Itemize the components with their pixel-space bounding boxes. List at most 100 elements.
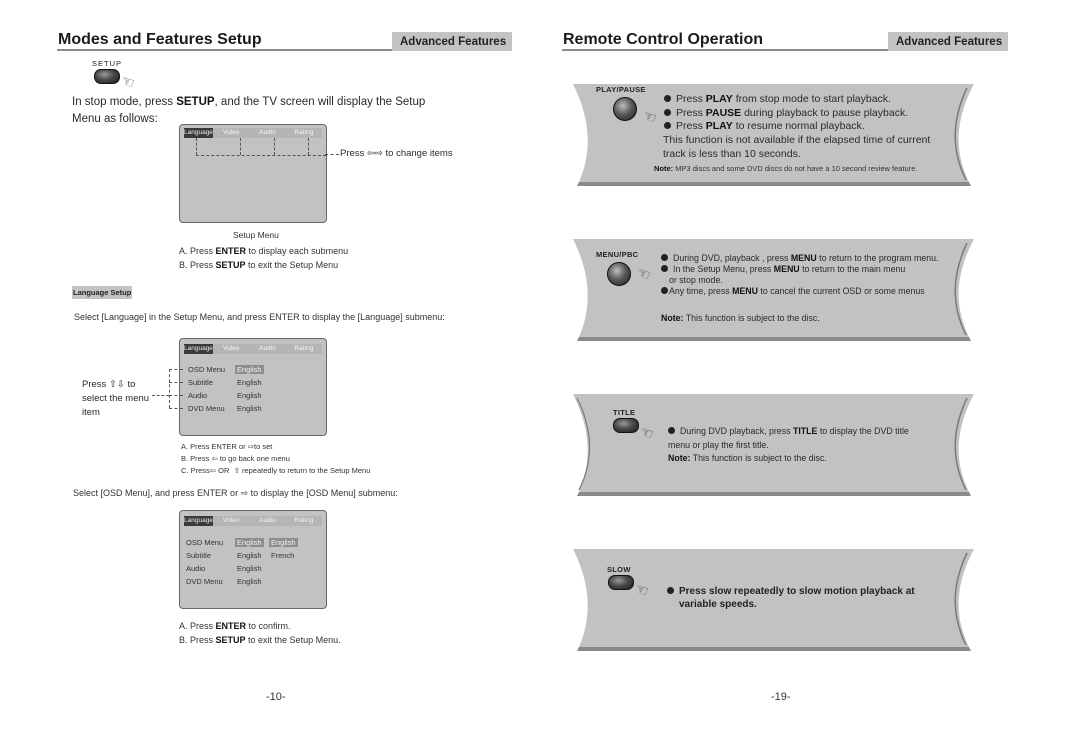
osd-tab-video: Video	[222, 345, 240, 352]
intro-text: In stop mode, press SETUP, and the TV sc…	[72, 96, 426, 125]
osd-tab-audio: Audio	[259, 345, 276, 352]
language-setup-instruction: Select [Language] in the Setup Menu, and…	[74, 312, 445, 322]
left-arrow-icon: ⇦	[366, 148, 375, 159]
osd-row-label: DVD Menu	[188, 404, 225, 413]
play-pause-panel: PLAY/PAUSE ☜ Press PLAY from stop mode t…	[571, 80, 976, 192]
title-line-1: During DVD playback, press TITLE to disp…	[668, 425, 909, 439]
osd-tab-video: Video	[222, 517, 240, 524]
down-arrow-icon: ⇩	[116, 379, 125, 390]
menu-pbc-line-2b: or stop mode.	[669, 275, 723, 285]
play-pause-label: PLAY/PAUSE	[596, 85, 646, 94]
title-button-label: TITLE	[613, 408, 636, 417]
play-pause-description: Press PLAY from stop mode to start playb…	[664, 93, 908, 134]
osd-submenu-screen: Language Video Audio Rating OSD Menu Eng…	[179, 510, 327, 609]
menu-pbc-line-2: In the Setup Menu, press MENU to return …	[661, 264, 939, 275]
pointing-hand-icon: ☜	[118, 72, 137, 93]
menu-pbc-line-1: During DVD, playback , press MENU to ret…	[661, 253, 939, 264]
setup-menu-screen: Language Video Audio Rating	[179, 124, 327, 223]
osd-row-option: French	[271, 551, 295, 560]
setup-menu-step-a: A. Press ENTER to display each submenu	[179, 246, 349, 256]
slow-button-icon	[608, 575, 634, 590]
osd-tab-video: Video	[222, 129, 240, 136]
play-pause-button-icon	[613, 97, 637, 121]
slow-button-label: SLOW	[607, 565, 631, 574]
menu-pbc-line-3: Any time, press MENU to cancel the curre…	[661, 286, 939, 297]
up-arrow-icon: ⇧	[233, 466, 240, 475]
right-arrow-icon: ⇨	[374, 148, 383, 159]
osd-tab-rating: Rating	[294, 517, 314, 524]
change-items-callout: Press ⇦⇨ to change items	[340, 148, 453, 159]
osd-tab-audio: Audio	[259, 517, 276, 524]
osd-tab-bar: Language Video Audio Rating	[184, 128, 322, 138]
play-pause-line-1: Press PLAY from stop mode to start playb…	[664, 93, 908, 107]
osd-tab-bar: Language Video Audio Rating	[184, 516, 322, 526]
right-arrow-icon: ⇨	[240, 488, 249, 498]
osd-tab-language: Language	[184, 128, 213, 138]
menu-pbc-label: MENU/PBC	[596, 250, 639, 259]
osd-row-value: English	[237, 404, 262, 413]
title-note: Note: This function is subject to the di…	[668, 453, 827, 463]
osd-tab-bar: Language Video Audio Rating	[184, 344, 322, 354]
title-line-2: menu or play the first title.	[668, 439, 769, 450]
setup-button-icon	[94, 69, 120, 84]
osd-row-label: DVD Menu	[186, 577, 223, 586]
osd-row-option: English	[269, 538, 298, 547]
menu-pbc-note: Note: This function is subject to the di…	[661, 313, 820, 323]
title-description: During DVD playback, press TITLE to disp…	[668, 425, 909, 466]
osd-row-value: English	[237, 577, 262, 586]
osd-step-b: B. Press SETUP to exit the Setup Menu.	[179, 635, 341, 645]
osd-row-value: English	[237, 564, 262, 573]
osd-tab-rating: Rating	[294, 345, 314, 352]
osd-step-a: A. Press ENTER to confirm.	[179, 621, 291, 631]
osd-row-value: English	[235, 365, 264, 374]
osd-tab-audio: Audio	[259, 129, 276, 136]
setup-menu-caption: Setup Menu	[233, 230, 279, 240]
left-page-number: -10-	[266, 691, 286, 703]
osd-row-label: OSD Menu	[188, 365, 226, 374]
slow-description: Press slow repeatedly to slow motion pla…	[667, 585, 915, 611]
left-arrow-icon: ⇦	[209, 466, 217, 475]
right-page-title: Remote Control Operation	[563, 31, 764, 48]
osd-row-value: English	[237, 378, 262, 387]
language-step-a: A. Press ENTER or ⇨to set	[181, 442, 273, 451]
menu-pbc-description: During DVD, playback , press MENU to ret…	[661, 253, 939, 297]
osd-row-value: English	[237, 391, 262, 400]
setup-button-label: SETUP	[92, 59, 123, 68]
setup-menu-step-b: B. Press SETUP to exit the Setup Menu	[179, 260, 339, 270]
slow-panel: SLOW ☜ Press slow repeatedly to slow mot…	[571, 545, 976, 657]
language-submenu-screen: Language Video Audio Rating OSD Menu Eng…	[179, 338, 327, 436]
play-pause-note: Note: MP3 discs and some DVD discs do no…	[654, 164, 918, 173]
osd-tab-language: Language	[184, 516, 213, 526]
right-section-tag: Advanced Features	[888, 32, 1009, 51]
left-arrow-icon: ⇦	[211, 454, 218, 463]
slow-line-1: Press slow repeatedly to slow motion pla…	[667, 585, 915, 598]
up-arrow-icon: ⇧	[108, 379, 117, 390]
language-setup-heading: Language Setup	[72, 286, 133, 299]
play-pause-line-3: Press PLAY to resume normal playback.	[664, 120, 908, 134]
slow-line-2: variable speeds.	[679, 599, 757, 610]
play-pause-availability: This function is not available if the el…	[663, 134, 931, 160]
title-panel: TITLE ☜ During DVD playback, press TITLE…	[571, 390, 976, 502]
left-section-tag: Advanced Features	[392, 32, 513, 51]
osd-row-label: Audio	[188, 391, 208, 400]
language-step-c: C. Press⇦ OR ⇧ repeatedly to return to t…	[181, 466, 371, 475]
right-page-number: -19-	[771, 691, 791, 703]
menu-pbc-button-icon	[607, 262, 631, 286]
left-page-title: Modes and Features Setup	[58, 31, 262, 48]
title-button-icon	[613, 418, 639, 433]
osd-row-value: English	[237, 551, 262, 560]
osd-menu-instruction: Select [OSD Menu], and press ENTER or ⇨ …	[73, 488, 398, 498]
language-step-b: B. Press ⇦ to go back one menu	[181, 454, 290, 463]
select-menu-item-callout: Press ⇧⇩ to select the menu item	[82, 379, 150, 418]
osd-row-label: Subtitle	[188, 378, 214, 387]
menu-pbc-panel: MENU/PBC ☜ During DVD, playback , press …	[571, 235, 976, 347]
osd-row-value: English	[235, 538, 264, 547]
play-pause-line-2: Press PAUSE during playback to pause pla…	[664, 107, 908, 121]
left-title-rule	[57, 49, 392, 51]
right-title-rule	[562, 49, 888, 51]
osd-row-label: Subtitle	[186, 551, 212, 560]
osd-tab-rating: Rating	[294, 129, 314, 136]
osd-row-label: Audio	[186, 564, 206, 573]
osd-row-label: OSD Menu	[186, 538, 224, 547]
osd-tab-language: Language	[184, 344, 213, 354]
